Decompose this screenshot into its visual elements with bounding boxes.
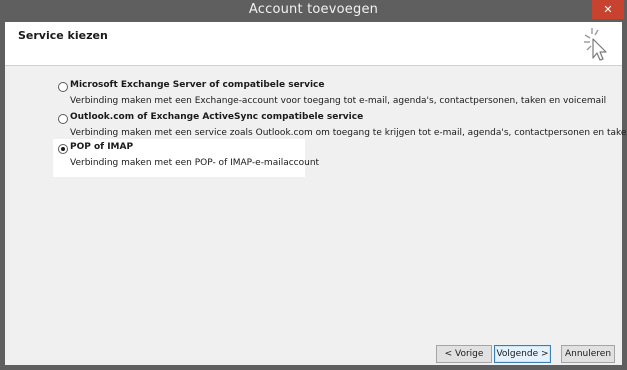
option-label: Outlook.com of Exchange ActiveSync compa… bbox=[70, 112, 364, 122]
option-description: Verbinding maken met een Exchange-accoun… bbox=[70, 96, 607, 106]
radio-pop-imap[interactable] bbox=[58, 144, 68, 154]
dialog-window: Account toevoegen ✕ Service kiezen Micro… bbox=[0, 0, 627, 370]
window-title: Account toevoegen bbox=[248, 2, 379, 17]
radio-selected-dot bbox=[61, 147, 65, 151]
title-bar[interactable]: Account toevoegen ✕ bbox=[0, 0, 627, 22]
cancel-button[interactable]: Annuleren bbox=[561, 345, 615, 363]
option-label: Microsoft Exchange Server of compatibele… bbox=[70, 80, 325, 90]
page-title: Service kiezen bbox=[18, 29, 108, 42]
option-pop-imap[interactable]: POP of IMAP Verbinding maken met een POP… bbox=[53, 139, 319, 177]
wizard-header: Service kiezen bbox=[5, 22, 622, 66]
back-button[interactable]: < Vorige bbox=[436, 345, 492, 363]
option-label: POP of IMAP bbox=[70, 142, 134, 152]
option-description: Verbinding maken met een service zoals O… bbox=[70, 128, 627, 138]
next-button[interactable]: Volgende > bbox=[494, 345, 551, 363]
radio-exchange[interactable] bbox=[58, 82, 68, 92]
option-description: Verbinding maken met een POP- of IMAP-e-… bbox=[70, 158, 320, 168]
close-button[interactable]: ✕ bbox=[592, 0, 624, 19]
wizard-cursor-icon bbox=[584, 28, 607, 61]
radio-activesync[interactable] bbox=[58, 114, 68, 124]
dialog-body: Service kiezen Microsoft Exchange Server… bbox=[5, 22, 627, 365]
close-icon: ✕ bbox=[603, 3, 613, 16]
